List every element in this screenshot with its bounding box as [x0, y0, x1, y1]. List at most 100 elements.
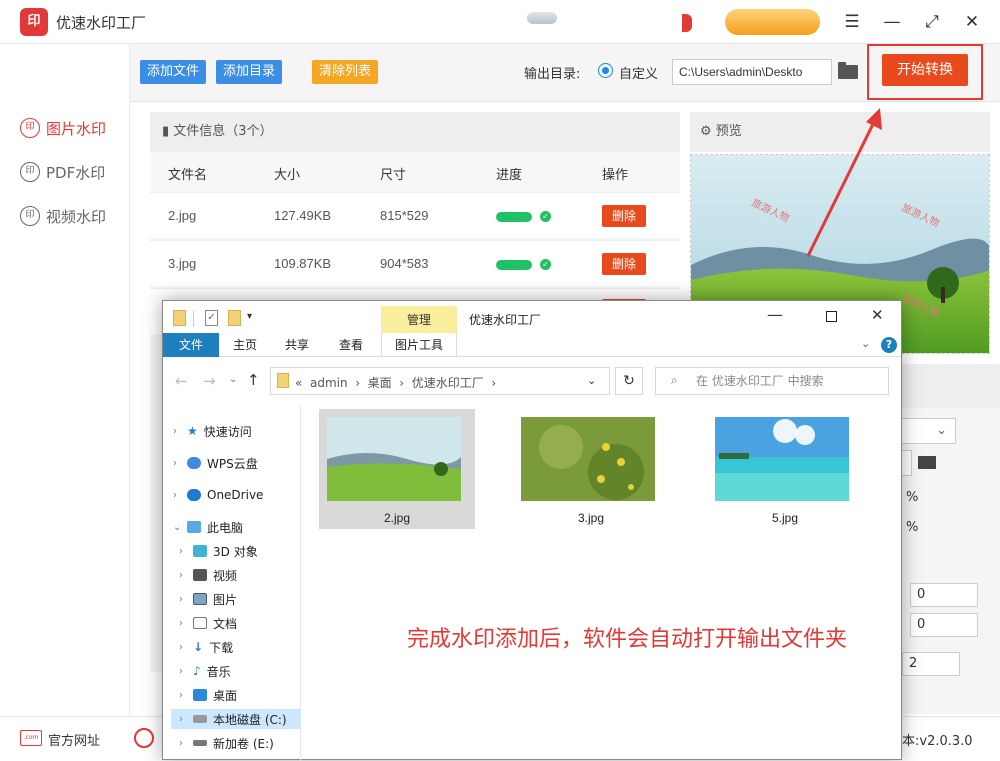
nav-music[interactable]: › ♪ 音乐 [179, 661, 231, 681]
maximize-icon[interactable] [826, 311, 837, 322]
nav-local-disk-c[interactable]: › 本地磁盘 (C:) [171, 709, 301, 729]
custom-radio-label: 自定义 [619, 67, 659, 82]
properties-icon[interactable]: ✓ [205, 310, 218, 326]
qq-icon[interactable] [134, 728, 154, 748]
preview-title: 预览 [715, 124, 742, 139]
explorer-title: 优速水印工厂 [469, 313, 542, 327]
minimize-icon[interactable]: — [880, 10, 904, 34]
custom-radio[interactable] [598, 63, 613, 78]
promo-flag[interactable] [682, 14, 692, 32]
progress-bar [496, 260, 532, 270]
breadcrumb-item[interactable]: 桌面 [368, 376, 392, 390]
file-item-5jpg[interactable]: 5.jpg [707, 409, 863, 529]
gear-icon: ⚙ [700, 124, 716, 139]
drive-icon [193, 740, 207, 746]
quick-access-dropdown-icon[interactable]: ▾ [247, 311, 252, 322]
nav-pictures[interactable]: › 图片 [179, 589, 237, 609]
delete-button[interactable]: 删除 [602, 253, 646, 275]
file-item-3jpg[interactable]: 3.jpg [513, 409, 669, 529]
watermark-icon: 印 [20, 206, 40, 226]
chevron-right-icon: › [179, 641, 183, 653]
cube-icon [193, 545, 207, 557]
breadcrumb-item[interactable]: admin [310, 376, 348, 390]
minimize-icon[interactable]: — [767, 305, 783, 324]
file-size: 109.87KB [274, 256, 332, 271]
nav-desktop[interactable]: › 桌面 [179, 685, 237, 705]
website-icon: .com [20, 730, 42, 746]
table-row[interactable]: 3.jpg 109.87KB 904*583 ✓ 删除 [150, 240, 680, 286]
tab-picture-tools[interactable]: 图片工具 [381, 333, 457, 357]
tab-share[interactable]: 共享 [275, 333, 319, 357]
number-stepper[interactable]: 0 [910, 613, 978, 637]
clear-list-button[interactable]: 清除列表 [312, 60, 379, 84]
new-folder-icon[interactable] [228, 310, 241, 326]
tab-view[interactable]: 查看 [329, 333, 373, 357]
address-bar[interactable]: « admin › 桌面 › 优速水印工厂 › ⌄ [270, 367, 610, 395]
chevron-right-icon: › [179, 713, 183, 725]
close-icon[interactable]: ✕ [871, 306, 884, 324]
website-link[interactable]: 官方网址 [48, 730, 100, 749]
title-bar: 印 优速水印工厂 ☰ — ⤢ ✕ [0, 0, 1000, 44]
folder-icon [173, 310, 186, 326]
nav-label: 图片 [213, 592, 238, 607]
nav-label: WPS云盘 [207, 456, 258, 471]
add-file-button[interactable]: 添加文件 [140, 60, 207, 84]
number-stepper[interactable]: 2 [902, 652, 960, 676]
nav-label: 此电脑 [207, 520, 244, 535]
up-icon[interactable]: ↑ [247, 371, 260, 389]
breadcrumb-item[interactable]: 优速水印工厂 [412, 376, 484, 390]
col-filename: 文件名 [168, 168, 208, 183]
menu-icon[interactable]: ☰ [840, 10, 864, 34]
folder-icon[interactable] [918, 456, 936, 469]
vip-button[interactable] [725, 9, 820, 35]
nav-label: 桌面 [213, 688, 238, 703]
delete-button[interactable]: 删除 [602, 205, 646, 227]
nav-this-pc[interactable]: ⌄ 此电脑 [173, 517, 243, 537]
image-thumbnail [327, 417, 461, 501]
maximize-icon[interactable]: ⤢ [920, 10, 944, 34]
nav-wps-cloud[interactable]: › WPS云盘 [173, 453, 258, 473]
help-icon[interactable]: ? [881, 337, 897, 353]
sidebar-item-pdf-watermark[interactable]: 印 PDF水印 [20, 160, 105, 184]
refresh-icon[interactable]: ↻ [615, 367, 643, 395]
nav-3d-objects[interactable]: › 3D 对象 [179, 541, 258, 561]
percent-label: % [906, 490, 919, 505]
watermark-icon: 印 [20, 118, 40, 138]
check-icon: ✓ [540, 211, 551, 222]
nav-videos[interactable]: › 视频 [179, 565, 237, 585]
address-dropdown-icon[interactable]: ⌄ [587, 374, 596, 387]
forward-icon[interactable]: → [203, 372, 216, 390]
file-dims: 815*529 [380, 208, 429, 223]
check-icon: ✓ [540, 259, 551, 270]
chevron-down-icon[interactable]: ⌄ [861, 337, 870, 350]
nav-onedrive[interactable]: › OneDrive [173, 485, 263, 505]
close-icon[interactable]: ✕ [960, 10, 984, 34]
manage-tab[interactable]: 管理 [381, 306, 457, 334]
sidebar-item-label: PDF水印 [46, 163, 106, 182]
number-stepper[interactable]: 0 [910, 583, 978, 607]
sidebar-item-image-watermark[interactable]: 印 图片水印 [20, 116, 106, 140]
tab-home[interactable]: 主页 [223, 333, 267, 357]
drive-icon [193, 715, 207, 723]
output-path-input[interactable]: C:\Users\admin\Deskto [672, 59, 832, 85]
file-item-2jpg[interactable]: 2.jpg [319, 409, 475, 529]
nav-downloads[interactable]: › ↓ 下载 [179, 637, 233, 657]
table-row[interactable]: 2.jpg 127.49KB 815*529 ✓ 删除 [150, 192, 680, 238]
col-progress: 进度 [496, 168, 523, 183]
nav-documents[interactable]: › 文档 [179, 613, 237, 633]
col-dimensions: 尺寸 [380, 168, 407, 183]
back-icon[interactable]: ← [175, 372, 188, 390]
chevron-right-icon: › [179, 545, 183, 557]
image-thumbnail [521, 417, 655, 501]
add-directory-button[interactable]: 添加目录 [216, 60, 283, 84]
nav-new-volume-e[interactable]: › 新加卷 (E:) [179, 733, 274, 753]
file-name: 2.jpg [383, 511, 411, 525]
recent-dropdown-icon[interactable]: ⌄ [229, 374, 237, 385]
search-input[interactable]: 在 优速水印工厂 中搜索 [655, 367, 889, 395]
sidebar-item-video-watermark[interactable]: 印 视频水印 [20, 204, 106, 228]
promo-badge[interactable] [527, 12, 557, 24]
folder-icon[interactable] [838, 62, 858, 79]
nav-quick-access[interactable]: › ★ 快速访问 [173, 421, 252, 441]
file-name: 5.jpg [771, 511, 799, 525]
tab-file[interactable]: 文件 [163, 333, 219, 357]
